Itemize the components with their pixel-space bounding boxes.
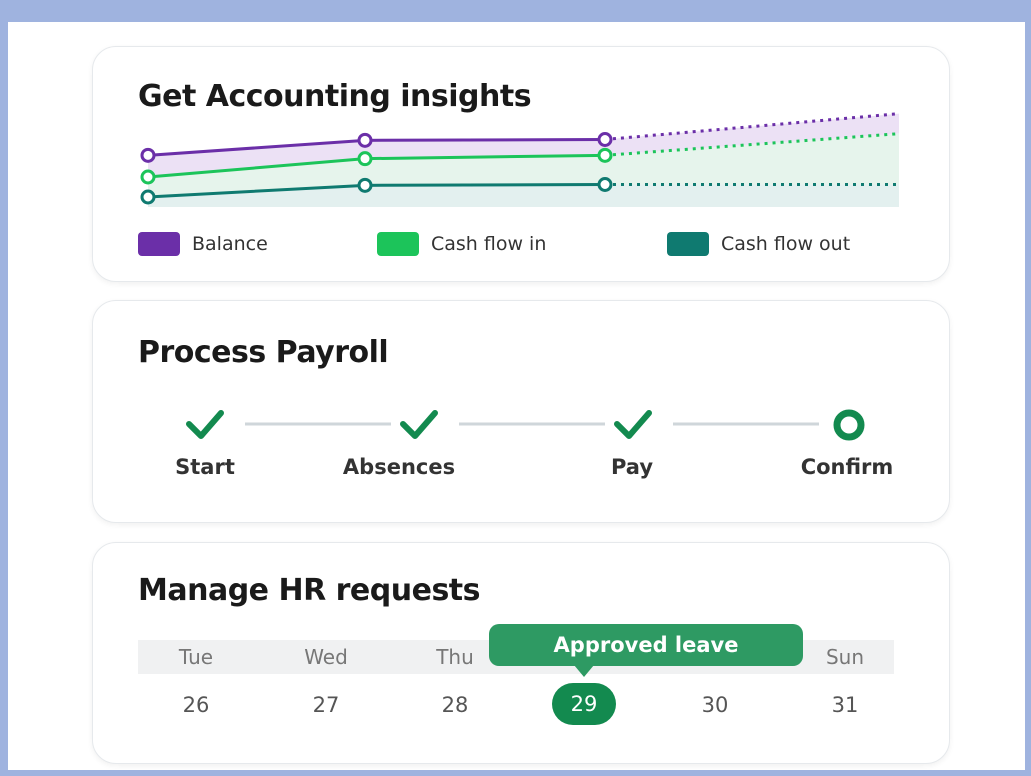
window-frame-bottom [0, 770, 1031, 776]
step-label-start: Start [175, 455, 235, 479]
legend-label-cash-flow-in: Cash flow in [431, 233, 547, 255]
hr-card-title: Manage HR requests [138, 573, 481, 608]
step-label-confirm: Confirm [800, 455, 894, 479]
calendar-day-31[interactable]: 31 [832, 693, 859, 717]
calendar-day-28[interactable]: 28 [442, 693, 469, 717]
legend-item-cash-flow-in: Cash flow in [377, 231, 546, 257]
manage-hr-requests-card[interactable]: Manage HR requests Tue Wed Thu Sun 26 27… [92, 542, 950, 764]
legend-item-balance: Balance [138, 231, 268, 257]
check-icon-start [186, 410, 224, 439]
pending-circle-icon-confirm [833, 409, 865, 441]
series-1-point-2 [357, 132, 373, 148]
calendar-day-27[interactable]: 27 [313, 693, 340, 717]
series-3-point-3 [597, 177, 613, 192]
process-payroll-card[interactable]: Process Payroll Start Absences Pay Confi… [92, 300, 950, 523]
calendar-day-29-selected[interactable]: 29 [552, 683, 616, 725]
series-3-point-1 [140, 189, 156, 205]
approved-leave-tooltip: Approved leave [489, 624, 803, 666]
day-name-sun: Sun [825, 645, 865, 669]
payroll-stepper [186, 409, 865, 441]
step-label-absences: Absences [342, 455, 456, 479]
day-name-wed: Wed [304, 645, 348, 669]
series-2-point-3 [597, 147, 613, 163]
calendar-day-26[interactable]: 26 [183, 693, 210, 717]
legend-item-cash-flow-out: Cash flow out [667, 231, 850, 257]
series-2-point-2 [357, 151, 373, 167]
calendar-day-30[interactable]: 30 [702, 693, 729, 717]
tooltip-pointer [574, 665, 594, 677]
legend-swatch-cash-flow-out [667, 232, 709, 256]
series-3-point-2 [357, 177, 373, 193]
check-icon-absences [400, 410, 438, 439]
day-name-tue: Tue [178, 645, 214, 669]
legend-swatch-balance [138, 232, 180, 256]
accounting-insights-card[interactable]: Get Accounting insights Balance Cash flo… [92, 46, 950, 282]
window-frame-top [0, 0, 1031, 22]
series-2-point-1 [140, 169, 156, 185]
check-icon-pay [614, 410, 652, 439]
window-frame-right [1025, 0, 1031, 776]
legend-label-balance: Balance [192, 233, 268, 255]
legend-label-cash-flow-out: Cash flow out [721, 233, 851, 255]
series-1-point-3 [597, 132, 613, 147]
day-name-thu: Thu [436, 645, 474, 669]
legend-swatch-cash-flow-in [377, 232, 419, 256]
series-1-point-1 [140, 147, 156, 163]
step-label-pay: Pay [610, 455, 654, 479]
window-frame-left [0, 0, 8, 776]
